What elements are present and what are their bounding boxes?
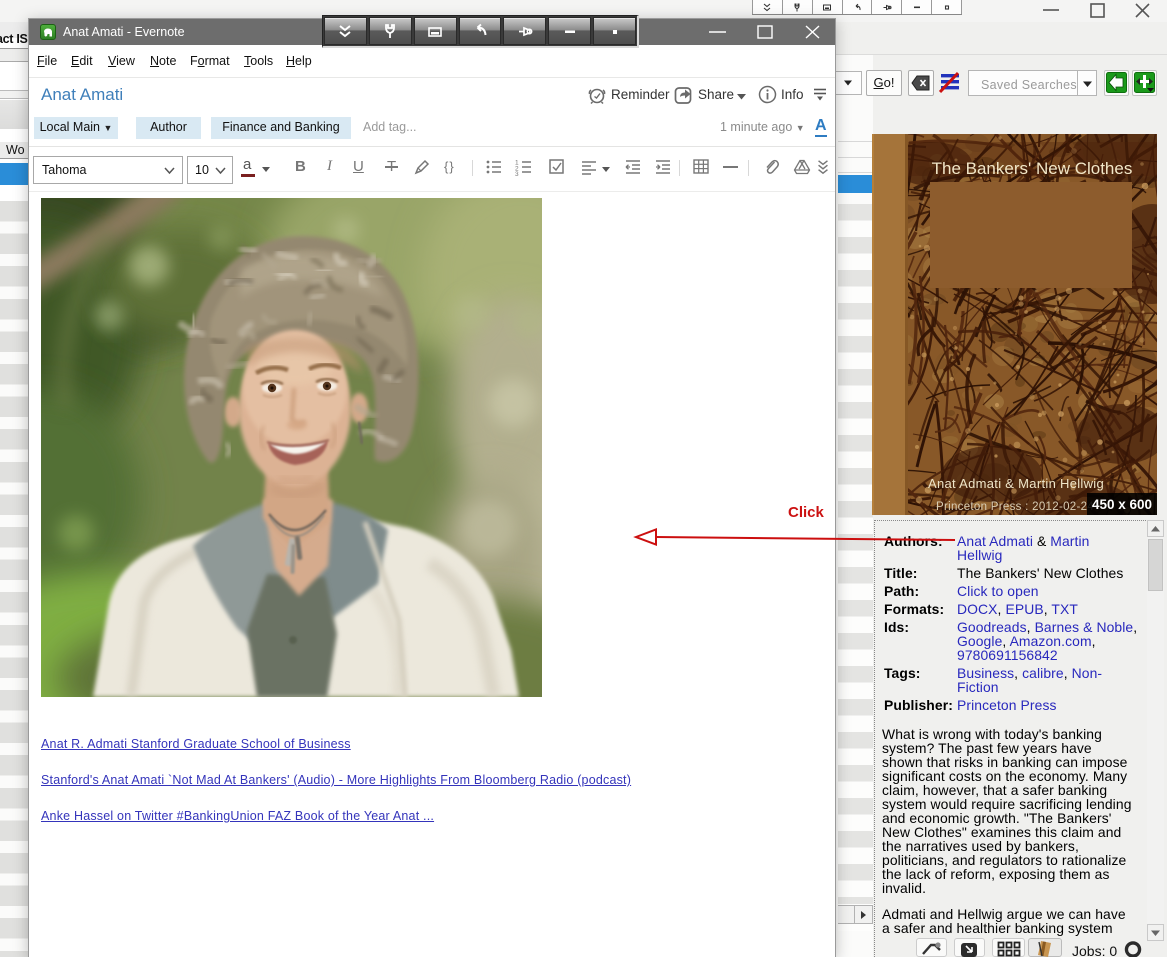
svg-text:3: 3 <box>515 171 519 176</box>
svg-text:450 x 600: 450 x 600 <box>1092 497 1152 512</box>
svg-text:The Bankers' New Clothes: The Bankers' New Clothes <box>932 159 1133 178</box>
svg-text:Anat Admati & Martin Hellwig: Anat Admati & Martin Hellwig <box>928 476 1104 491</box>
svg-text:Princeton Press : 2012-02-24: Princeton Press : 2012-02-24 <box>936 501 1094 513</box>
